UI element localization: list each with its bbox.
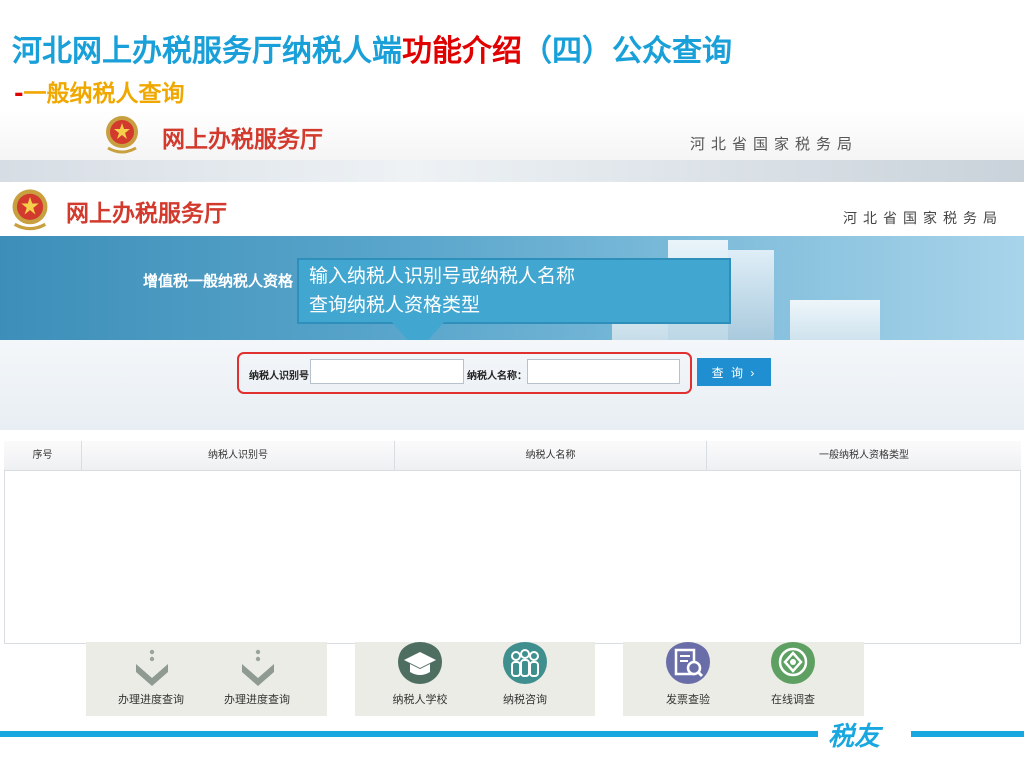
graduation-cap-icon[interactable]	[396, 642, 444, 686]
hero-title: 增值税一般纳税人资格	[143, 272, 294, 290]
invoice-search-icon[interactable]	[664, 642, 712, 686]
progress-chevron-icon[interactable]	[238, 648, 278, 686]
callout-line-1: 输入纳税人识别号或纳税人名称	[309, 265, 576, 287]
results-table	[4, 441, 1021, 644]
slide-title-highlight: 功能介绍	[402, 34, 522, 69]
slide-subtitle: -一般纳税人查询	[14, 74, 185, 108]
rear-logo-text: 网上办税服务厅	[162, 127, 323, 153]
site-logo-text[interactable]: 网上办税服务厅	[66, 194, 227, 228]
query-button[interactable]: 查 询 ›	[697, 358, 771, 386]
slide-title: 河北网上办税服务厅纳税人端功能介绍（四）公众查询	[12, 26, 732, 70]
subtitle-text: 一般纳税人查询	[23, 81, 185, 107]
quick-link-panel	[355, 642, 595, 716]
people-consult-icon[interactable]	[501, 642, 549, 686]
callout-line-2: 查询纳税人资格类型	[309, 294, 481, 316]
quick-link-label[interactable]: 发票查验	[666, 691, 710, 707]
building-graphic	[790, 300, 880, 340]
rear-bureau-name: 河北省国家税务局	[690, 135, 859, 153]
quick-link-label[interactable]: 纳税人学校	[393, 691, 448, 707]
national-emblem-icon	[106, 116, 138, 154]
table-header: 序号 纳税人识别号 纳税人名称 一般纳税人资格类型	[4, 441, 1021, 471]
instruction-callout: 输入纳税人识别号或纳税人名称 查询纳税人资格类型	[297, 258, 731, 324]
column-header-taxpayer-id: 纳税人识别号	[82, 441, 395, 471]
subtitle-dash: -	[14, 81, 24, 107]
slide-title-main: 河北网上办税服务厅纳税人端	[12, 34, 402, 69]
quick-link-label[interactable]: 办理进度查询	[224, 691, 290, 707]
taxpayer-id-input[interactable]	[310, 359, 464, 384]
column-header-index: 序号	[4, 441, 82, 471]
taxpayer-id-label: 纳税人识别号:	[249, 371, 313, 382]
footer-brand-logo: 税友	[828, 722, 881, 752]
column-header-taxpayer-name: 纳税人名称	[395, 441, 707, 471]
quick-link-label[interactable]: 纳税咨询	[503, 691, 547, 707]
taxpayer-name-label: 纳税人名称：	[467, 371, 527, 382]
quick-link-label[interactable]: 办理进度查询	[118, 691, 184, 707]
progress-chevron-icon[interactable]	[132, 648, 172, 686]
footer-rule-left	[0, 731, 818, 737]
survey-icon[interactable]	[769, 642, 817, 686]
quick-link-label[interactable]: 在线调查	[771, 691, 815, 707]
slide-title-tail: （四）公众查询	[522, 34, 732, 69]
taxpayer-name-input[interactable]	[527, 359, 680, 384]
building-graphic	[728, 250, 774, 340]
national-emblem-icon	[12, 189, 48, 231]
rear-screenshot-strip	[0, 160, 1024, 182]
column-header-qualification-type: 一般纳税人资格类型	[819, 450, 909, 461]
footer-rule-right	[911, 731, 1024, 737]
bureau-name: 河北省国家税务局	[843, 211, 1003, 227]
quick-link-panel	[623, 642, 864, 716]
